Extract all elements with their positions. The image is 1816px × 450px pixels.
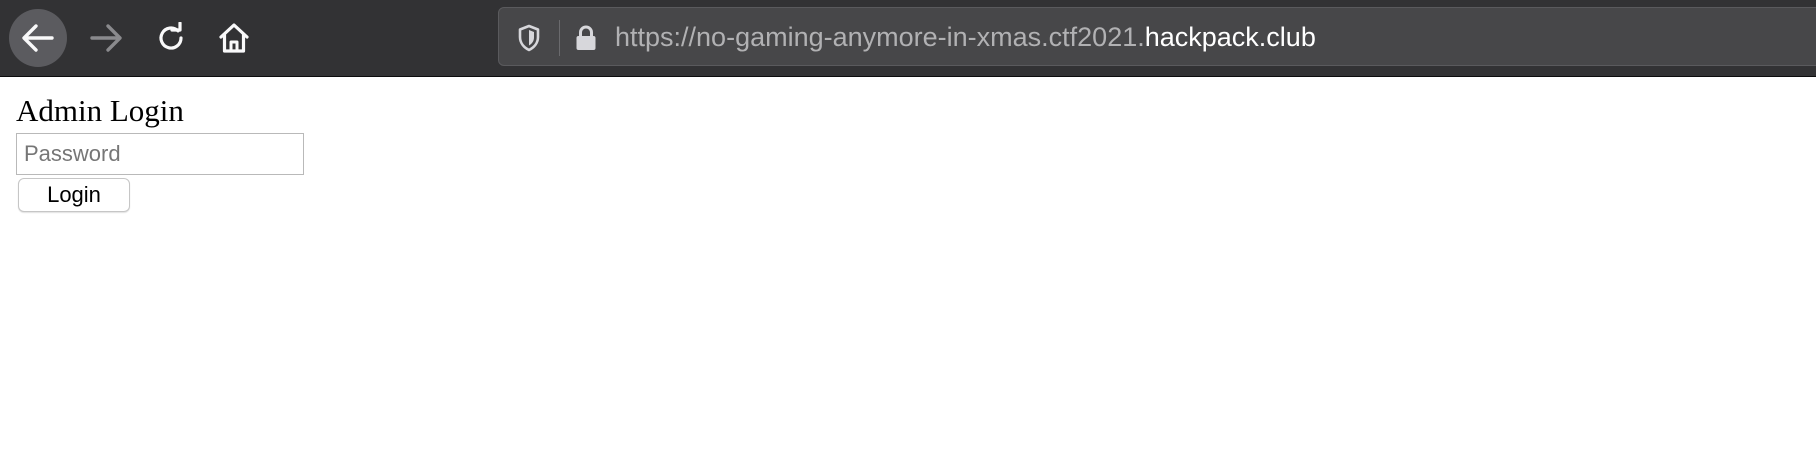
shield-icon[interactable]	[515, 23, 543, 53]
address-bar[interactable]: https://no-gaming-anymore-in-xmas.ctf202…	[498, 7, 1816, 66]
page-title: Admin Login	[16, 93, 184, 128]
login-button[interactable]: Login	[18, 178, 130, 212]
url-text[interactable]: https://no-gaming-anymore-in-xmas.ctf202…	[615, 21, 1316, 53]
login-button-label: Login	[47, 182, 101, 207]
lock-icon[interactable]	[573, 23, 599, 53]
url-prefix: https://no-gaming-anymore-in-xmas.ctf202…	[615, 22, 1145, 52]
url-domain: hackpack.club	[1144, 22, 1316, 52]
address-bar-separator	[559, 20, 560, 56]
password-input[interactable]	[16, 133, 304, 175]
forward-button[interactable]	[77, 9, 135, 67]
reload-button[interactable]	[142, 9, 200, 67]
arrow-right-icon	[90, 24, 122, 52]
reload-icon	[159, 22, 183, 50]
back-button[interactable]	[9, 9, 67, 67]
home-icon	[219, 23, 249, 53]
arrow-left-icon	[22, 24, 54, 52]
browser-toolbar: https://no-gaming-anymore-in-xmas.ctf202…	[0, 0, 1816, 77]
home-button[interactable]	[205, 9, 263, 67]
